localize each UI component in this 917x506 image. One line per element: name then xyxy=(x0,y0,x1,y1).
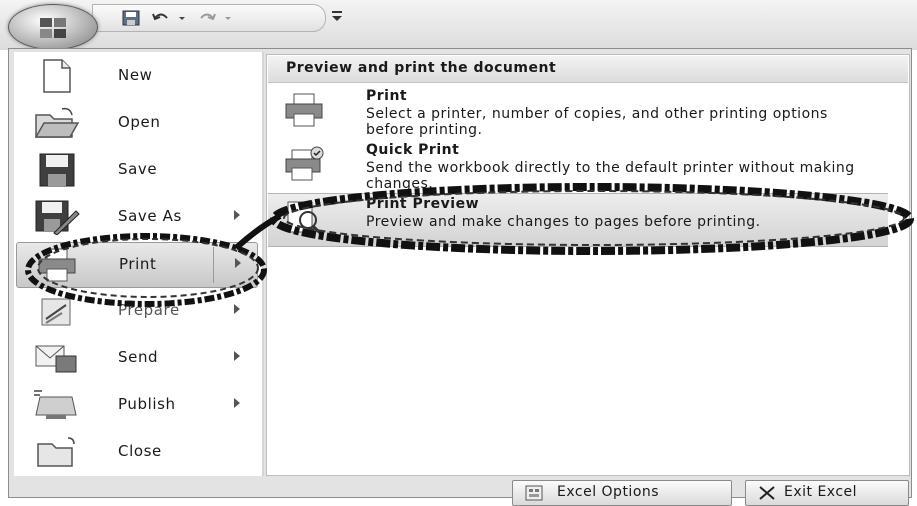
undo-dropdown-icon[interactable] xyxy=(177,10,187,26)
option-title: Print xyxy=(366,88,408,104)
new-document-icon xyxy=(43,59,71,93)
menu-item-new[interactable]: New xyxy=(16,54,256,98)
menu-item-label: Open xyxy=(118,113,161,131)
option-title: Quick Print xyxy=(366,142,460,158)
undo-icon[interactable] xyxy=(151,10,171,26)
menu-item-save[interactable]: Save xyxy=(16,148,256,192)
excel-options-label: Excel Options xyxy=(557,484,660,500)
office-button[interactable] xyxy=(8,4,98,50)
open-folder-icon xyxy=(34,107,80,138)
printer-icon xyxy=(38,248,76,282)
menu-item-label: Save xyxy=(118,160,158,178)
exit-excel-label: Exit Excel xyxy=(784,484,858,500)
quick-print-icon xyxy=(285,146,324,181)
excel-options-icon xyxy=(525,485,543,501)
submenu-option-print[interactable]: Print Select a printer, number of copies… xyxy=(268,86,888,142)
excel-options-button[interactable]: Excel Options xyxy=(512,480,732,506)
close-folder-icon xyxy=(37,437,75,467)
option-description: Preview and make changes to pages before… xyxy=(366,214,761,230)
menu-item-close[interactable]: Close xyxy=(16,430,256,474)
quick-access-bar xyxy=(92,4,326,32)
menu-item-label: Prepare xyxy=(118,301,180,319)
redo-icon[interactable] xyxy=(197,10,217,26)
submenu-arrow-icon xyxy=(234,210,240,220)
menu-item-prepare[interactable]: Prepare xyxy=(16,289,256,333)
menu-item-label: New xyxy=(118,66,153,84)
redo-dropdown-icon[interactable] xyxy=(223,10,233,26)
menu-item-send[interactable]: Send xyxy=(16,336,256,380)
save-icon[interactable] xyxy=(121,10,141,26)
menu-item-publish[interactable]: Publish xyxy=(16,383,256,427)
menu-item-print[interactable]: Print xyxy=(16,242,258,288)
customize-qat-icon[interactable] xyxy=(330,6,344,26)
split-divider xyxy=(213,247,214,283)
send-icon xyxy=(35,345,77,373)
submenu-arrow-icon xyxy=(234,351,240,361)
office-logo-icon xyxy=(40,18,66,38)
prepare-icon xyxy=(41,298,71,326)
menu-item-label: Publish xyxy=(118,395,176,413)
menu-item-save-as[interactable]: Save As xyxy=(16,195,256,239)
exit-excel-button[interactable]: Exit Excel xyxy=(745,480,909,506)
menu-item-label: Send xyxy=(118,348,159,366)
save-as-icon xyxy=(35,200,80,235)
submenu-header: Preview and print the document xyxy=(268,56,908,83)
option-title: Print Preview xyxy=(366,196,480,212)
option-description: Send the workbook directly to the defaul… xyxy=(366,160,855,192)
submenu-arrow-icon xyxy=(234,398,240,408)
menu-divider xyxy=(262,52,264,476)
submenu-option-quick-print[interactable]: Quick Print Send the workbook directly t… xyxy=(268,140,888,196)
printer-icon xyxy=(285,93,323,127)
menu-item-label: Print xyxy=(119,255,157,273)
quick-access-toolbar xyxy=(0,0,917,50)
option-description: Select a printer, number of copies, and … xyxy=(366,106,828,138)
save-disk-icon xyxy=(39,153,75,187)
close-icon xyxy=(759,486,775,500)
menu-item-label: Close xyxy=(118,442,162,460)
print-preview-icon xyxy=(287,201,323,236)
menu-item-open[interactable]: Open xyxy=(16,101,256,145)
submenu-arrow-icon xyxy=(235,258,241,268)
submenu-arrow-icon xyxy=(234,304,240,314)
menu-item-label: Save As xyxy=(118,207,182,225)
submenu-option-print-preview[interactable]: Print Preview Preview and make changes t… xyxy=(268,193,888,247)
submenu-title: Preview and print the document xyxy=(286,60,557,76)
publish-icon xyxy=(34,390,77,419)
